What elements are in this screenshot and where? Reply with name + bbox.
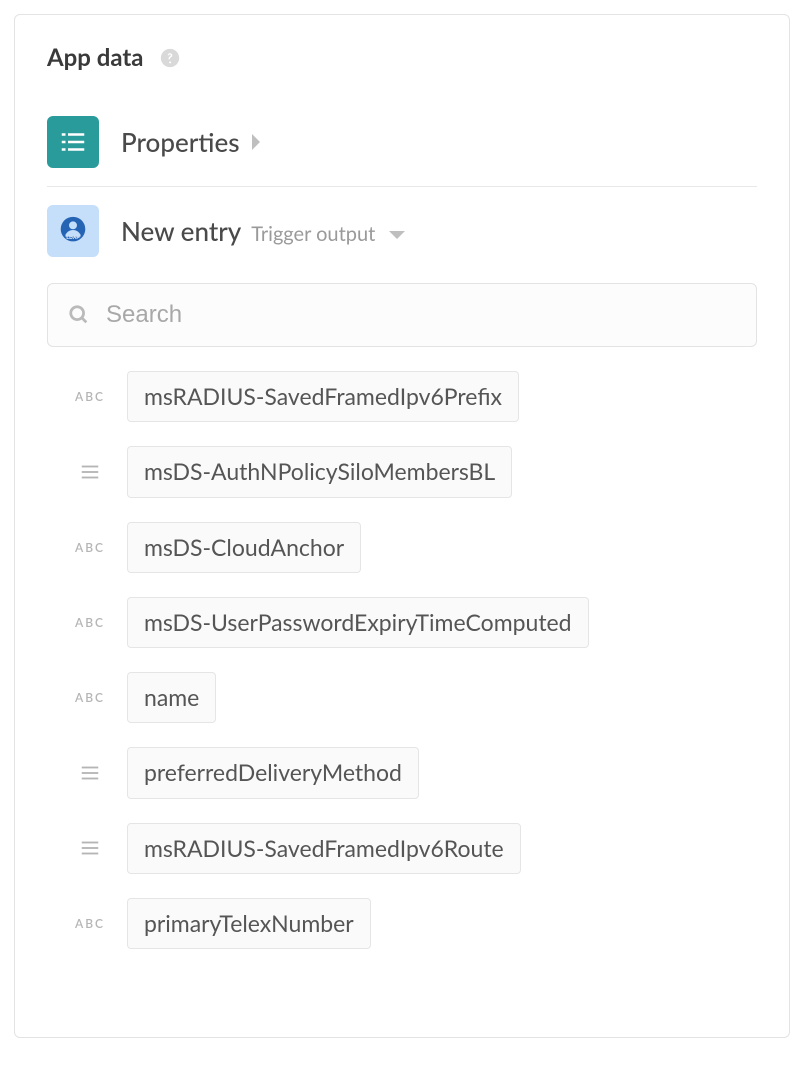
source-text: New entry Trigger output (121, 215, 405, 247)
app-data-panel: App data Properties LDAP (14, 14, 790, 1038)
source-row[interactable]: LDAP New entry Trigger output (47, 187, 757, 275)
help-icon[interactable] (159, 47, 181, 69)
panel-header: App data (47, 43, 757, 72)
list-item[interactable]: ABC name (73, 672, 757, 723)
text-type-icon: ABC (73, 916, 107, 931)
property-pill[interactable]: msDS-CloudAnchor (127, 522, 361, 573)
list-item[interactable]: ABC msDS-CloudAnchor (73, 522, 757, 573)
text-type-icon: ABC (73, 615, 107, 630)
text-type-icon: ABC (73, 389, 107, 404)
list-item[interactable]: ABC primaryTelexNumber (73, 898, 757, 949)
ldap-badge-text: LDAP (66, 235, 80, 241)
source-label: New entry (121, 215, 241, 247)
text-type-icon: ABC (73, 690, 107, 705)
list-item[interactable]: preferredDeliveryMethod (73, 747, 757, 798)
properties-label: Properties (121, 126, 240, 158)
property-pill[interactable]: name (127, 672, 216, 723)
list-item[interactable]: msRADIUS-SavedFramedIpv6Route (73, 823, 757, 874)
property-pill[interactable]: msRADIUS-SavedFramedIpv6Prefix (127, 371, 519, 422)
search-input[interactable] (104, 300, 736, 330)
property-pill[interactable]: msDS-AuthNPolicySiloMembersBL (127, 446, 512, 497)
list-item[interactable]: ABC msDS-UserPasswordExpiryTimeComputed (73, 597, 757, 648)
source-subtitle: Trigger output (251, 222, 375, 246)
property-pill[interactable]: preferredDeliveryMethod (127, 747, 419, 798)
caret-down-icon[interactable] (389, 229, 405, 241)
list-item[interactable]: ABC msRADIUS-SavedFramedIpv6Prefix (73, 371, 757, 422)
property-pill[interactable]: msDS-UserPasswordExpiryTimeComputed (127, 597, 589, 648)
list-type-icon (73, 762, 107, 784)
property-pill[interactable]: msRADIUS-SavedFramedIpv6Route (127, 823, 521, 874)
ldap-source-icon: LDAP (47, 205, 99, 257)
properties-row[interactable]: Properties (47, 98, 757, 187)
list-type-icon (73, 837, 107, 859)
search-icon (68, 304, 90, 326)
properties-icon (47, 116, 99, 168)
search-box[interactable] (47, 283, 757, 347)
properties-list: ABC msRADIUS-SavedFramedIpv6Prefix msDS-Au… (47, 371, 757, 949)
list-item[interactable]: msDS-AuthNPolicySiloMembersBL (73, 446, 757, 497)
panel-title: App data (47, 43, 143, 72)
list-type-icon (73, 461, 107, 483)
text-type-icon: ABC (73, 540, 107, 555)
chevron-right-icon (250, 134, 262, 150)
property-pill[interactable]: primaryTelexNumber (127, 898, 371, 949)
